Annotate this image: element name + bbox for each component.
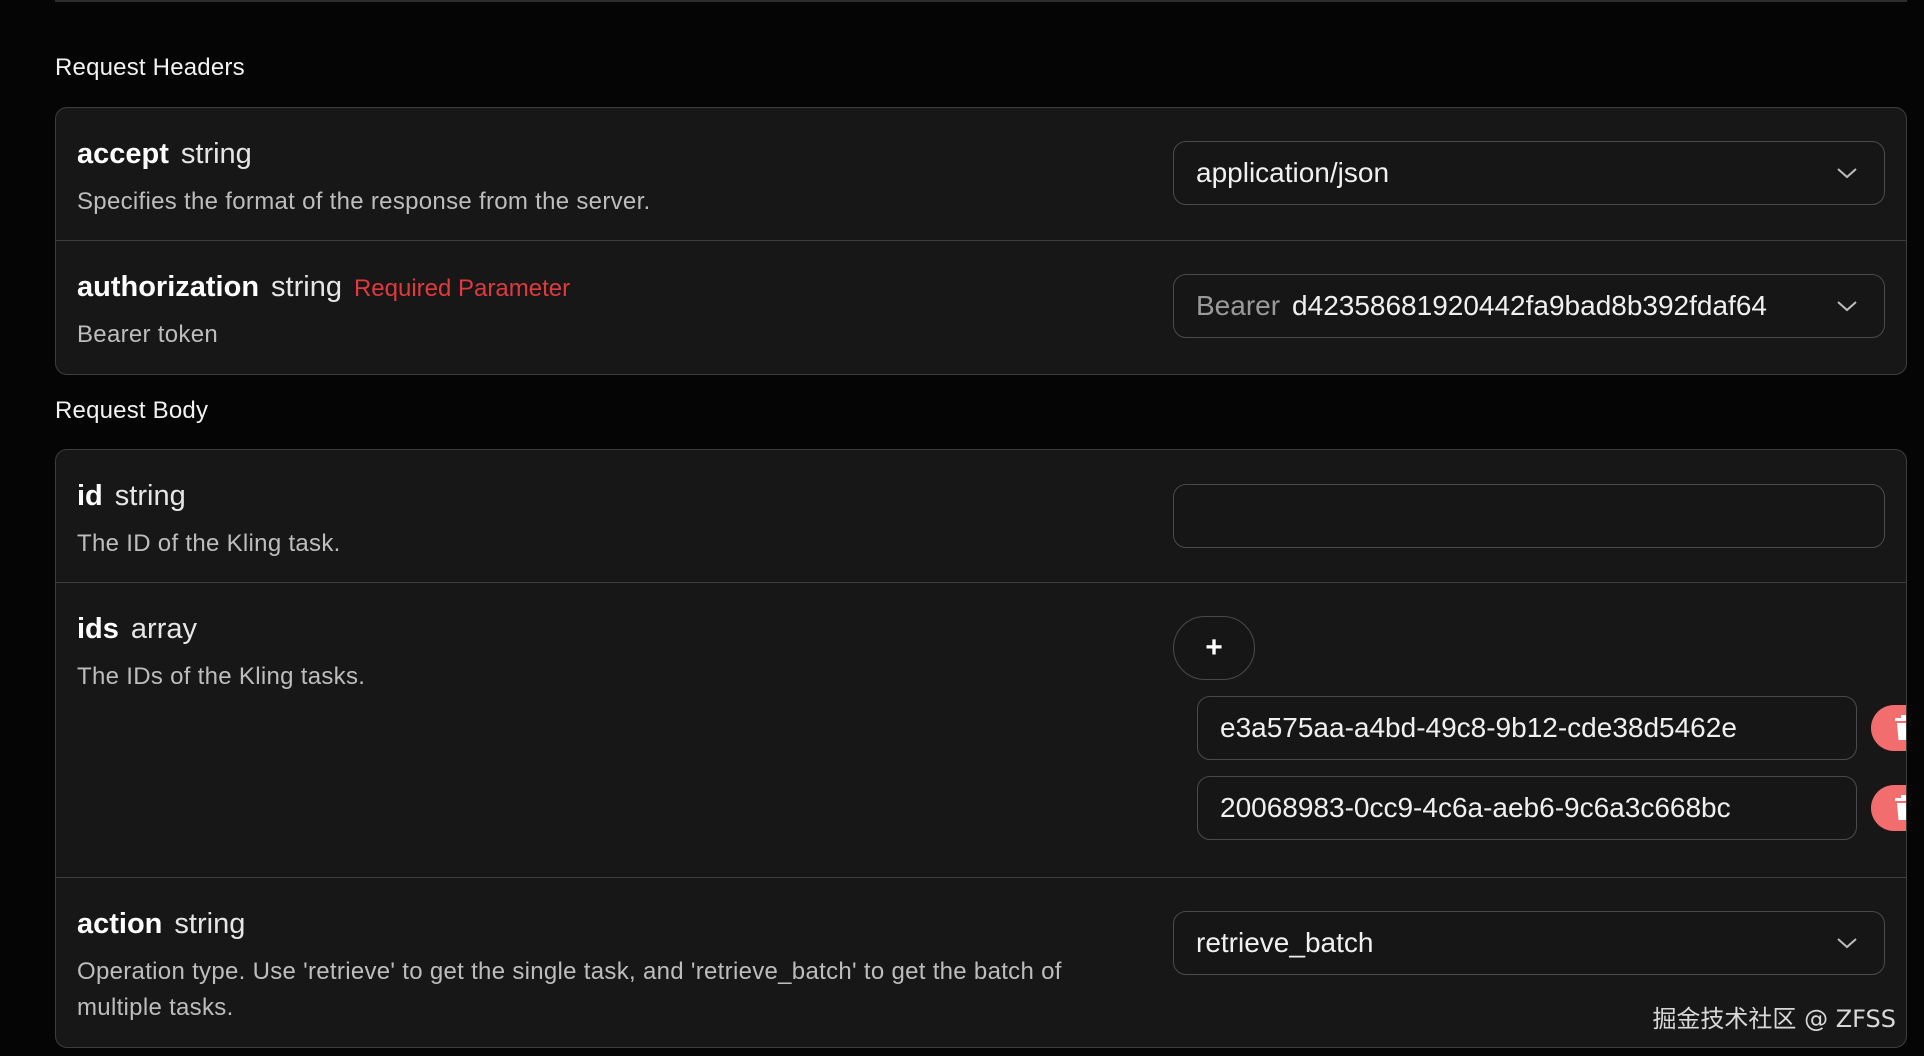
request-headers-card: accept string Specifies the format of the… bbox=[55, 107, 1907, 375]
param-type-accept: string bbox=[180, 138, 252, 170]
accept-select-value: application/json bbox=[1196, 157, 1390, 188]
delete-item-button[interactable] bbox=[1871, 785, 1906, 831]
param-name-accept: accept bbox=[77, 138, 169, 170]
request-body-card: id string The ID of the Kling task. ids ar… bbox=[55, 449, 1907, 1048]
param-type-ids: array bbox=[130, 613, 197, 645]
request-headers-title: Request Headers bbox=[55, 54, 245, 81]
divider bbox=[55, 0, 1907, 2]
param-row-authorization: authorization string Required Parameter Be… bbox=[56, 240, 1906, 374]
authorization-token: d42358681920442fa9bad8b392fdaf64 bbox=[1292, 290, 1767, 321]
param-name-authorization: authorization bbox=[77, 271, 260, 303]
param-type-id: string bbox=[114, 480, 186, 512]
param-type-action: string bbox=[174, 908, 246, 940]
ids-item-input[interactable]: e3a575aa-a4bd-49c8-9b12-cde38d5462e bbox=[1197, 696, 1857, 760]
required-parameter-badge: Required Parameter bbox=[353, 275, 571, 302]
param-row-ids: ids array The IDs of the Kling tasks. + e… bbox=[56, 582, 1906, 877]
request-body-title: Request Body bbox=[55, 397, 209, 424]
ids-item-value: 20068983-0cc9-4c6a-aeb6-9c6a3c668bc bbox=[1220, 792, 1731, 823]
authorization-prefix: Bearer bbox=[1196, 290, 1281, 321]
delete-item-button[interactable] bbox=[1871, 705, 1906, 751]
accept-select[interactable]: application/json bbox=[1173, 141, 1885, 205]
chevron-down-icon bbox=[1837, 168, 1857, 179]
id-input[interactable] bbox=[1173, 484, 1885, 548]
param-row-accept: accept string Specifies the format of the… bbox=[56, 108, 1906, 240]
chevron-down-icon bbox=[1837, 301, 1857, 312]
authorization-select[interactable]: Bearer d42358681920442fa9bad8b392fdaf64 bbox=[1173, 274, 1885, 338]
watermark: 掘金技术社区 @ ZFSS bbox=[1652, 1005, 1896, 1033]
action-select[interactable]: retrieve_batch bbox=[1173, 911, 1885, 975]
plus-icon: + bbox=[1205, 631, 1223, 664]
param-description-ids: The IDs of the Kling tasks. bbox=[77, 663, 366, 690]
param-name-action: action bbox=[77, 908, 163, 940]
ids-item-value: e3a575aa-a4bd-49c8-9b12-cde38d5462e bbox=[1220, 712, 1737, 743]
param-name-ids: ids bbox=[77, 613, 119, 645]
param-type-authorization: string bbox=[271, 271, 342, 303]
param-description-accept: Specifies the format of the response fro… bbox=[77, 188, 651, 215]
param-description-authorization: Bearer token bbox=[77, 321, 219, 348]
param-row-action: action string Operation type. Use 'retrie… bbox=[56, 877, 1906, 1047]
param-name-id: id bbox=[77, 480, 103, 512]
add-item-button[interactable]: + bbox=[1173, 616, 1255, 680]
trash-icon bbox=[1895, 795, 1906, 820]
param-description-id: The ID of the Kling task. bbox=[77, 530, 341, 557]
chevron-down-icon bbox=[1837, 938, 1857, 949]
ids-item-input[interactable]: 20068983-0cc9-4c6a-aeb6-9c6a3c668bc bbox=[1197, 776, 1857, 840]
action-select-value: retrieve_batch bbox=[1196, 927, 1374, 958]
api-playground-page: Request Headers accept string Specifies t… bbox=[0, 0, 1924, 1056]
param-row-id: id string The ID of the Kling task. bbox=[56, 450, 1906, 582]
param-description-action: Operation type. Use 'retrieve' to get th… bbox=[77, 958, 1062, 1021]
trash-icon bbox=[1895, 715, 1906, 740]
